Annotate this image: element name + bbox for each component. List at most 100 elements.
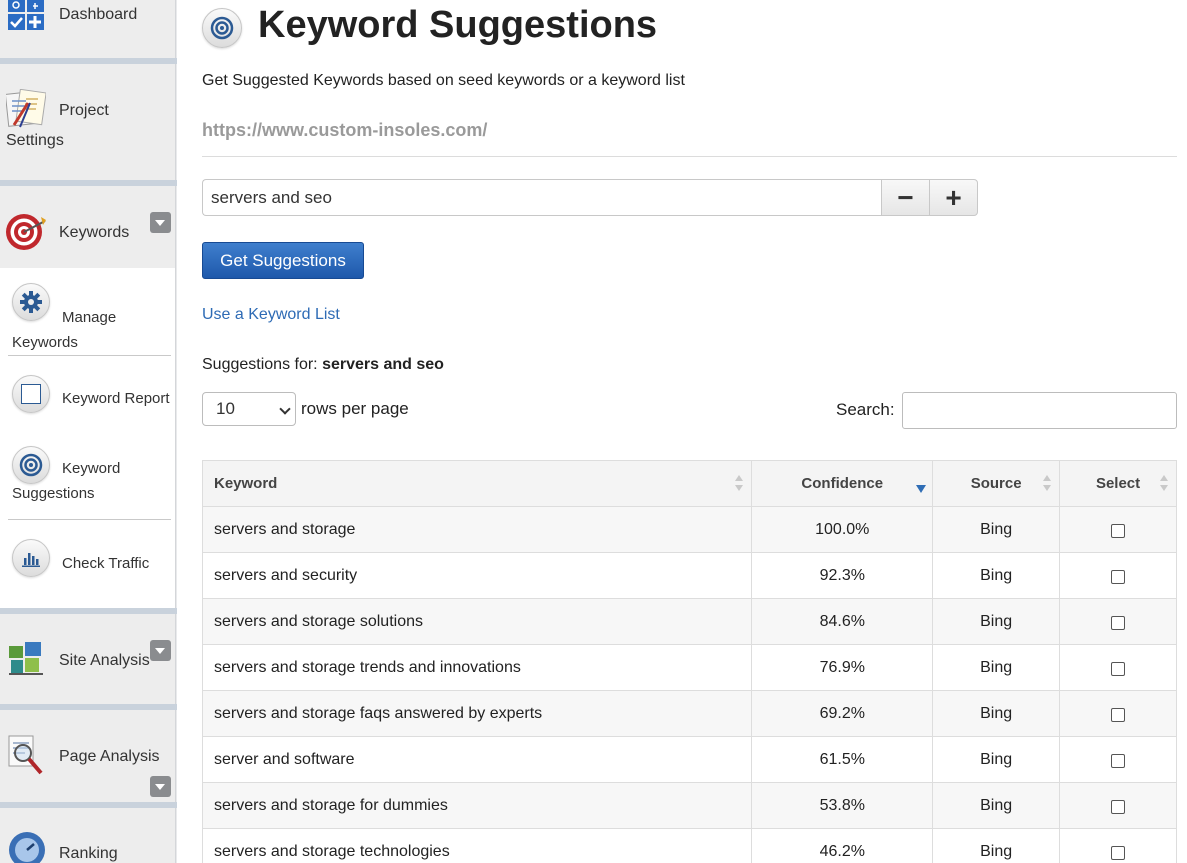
rows-per-page-label: rows per page [301, 399, 409, 418]
select-checkbox[interactable] [1111, 615, 1126, 630]
keyword-cell: servers and security [201, 552, 753, 599]
sidebar-item-label: Check Traffic [62, 555, 150, 572]
select-checkbox[interactable] [1111, 799, 1126, 814]
sidebar-item-label: Keyword Report [62, 390, 170, 407]
column-header-keyword[interactable]: Keyword [201, 460, 753, 507]
source-cell: Bing [932, 552, 1061, 599]
select-cell [1059, 828, 1177, 863]
sidebar-item-keyword-suggestions[interactable]: Keyword Suggestions [8, 438, 171, 518]
project-settings-icon [6, 89, 46, 128]
source-cell: Bing [932, 782, 1061, 829]
project-url: https://www.custom-insoles.com/ [202, 120, 488, 140]
select-checkbox[interactable] [1111, 523, 1126, 538]
sidebar-item-check-traffic[interactable]: Check Traffic [8, 530, 171, 590]
add-keyword-button[interactable]: + [929, 179, 978, 216]
select-cell [1059, 782, 1177, 829]
submenu-divider [8, 519, 171, 520]
sidebar: Dashboard Project Settings Keywords Mana… [0, 0, 177, 863]
source-cell: Bing [932, 828, 1061, 863]
use-keyword-list-link[interactable]: Use a Keyword List [202, 306, 340, 324]
select-checkbox[interactable] [1111, 845, 1126, 860]
table-header-row: Keyword Confidence Source Select [201, 460, 1177, 507]
select-cell [1059, 552, 1177, 599]
page-title: Keyword Suggestions [258, 4, 658, 46]
sort-icon [1043, 475, 1052, 493]
remove-keyword-button[interactable]: − [881, 179, 930, 216]
column-header-label: Confidence [801, 475, 884, 492]
bar-chart-icon [12, 539, 50, 577]
confidence-cell: 92.3% [751, 552, 934, 599]
confidence-cell: 61.5% [751, 736, 934, 783]
source-cell: Bing [932, 598, 1061, 645]
keyword-cell: servers and storage technologies [201, 828, 753, 863]
ranking-icon [9, 832, 45, 863]
sidebar-item-ranking[interactable]: Ranking [0, 808, 176, 863]
submenu-divider [8, 355, 171, 356]
sort-icon [735, 475, 744, 493]
target-icon [6, 214, 46, 250]
select-checkbox[interactable] [1111, 753, 1126, 768]
column-header-select[interactable]: Select [1059, 460, 1177, 507]
column-header-label: Keyword [214, 475, 278, 492]
select-cell [1059, 506, 1177, 553]
site-analysis-icon [9, 642, 43, 675]
select-cell [1059, 644, 1177, 691]
select-checkbox[interactable] [1111, 569, 1126, 584]
confidence-cell: 69.2% [751, 690, 934, 737]
keyword-cell: servers and storage solutions [201, 598, 753, 645]
table-row: servers and storage for dummies 53.8% Bi… [201, 782, 1177, 829]
source-cell: Bing [932, 690, 1061, 737]
table-row: server and software 61.5% Bing [201, 736, 1177, 783]
suggestions-table: Keyword Confidence Source Select servers… [201, 460, 1177, 863]
gear-icon [12, 283, 50, 321]
sidebar-item-label: Keywords [59, 224, 130, 241]
keyword-cell: servers and storage trends and innovatio… [201, 644, 753, 691]
sort-desc-icon [916, 485, 927, 493]
target-icon [12, 446, 50, 484]
select-checkbox[interactable] [1111, 661, 1126, 676]
confidence-cell: 46.2% [751, 828, 934, 863]
keyword-cell: servers and storage faqs answered by exp… [201, 690, 753, 737]
table-row: servers and security 92.3% Bing [201, 552, 1177, 599]
table-row: servers and storage technologies 46.2% B… [201, 828, 1177, 863]
column-header-label: Source [970, 475, 1022, 492]
suggestions-heading: Suggestions for: servers and seo [202, 356, 444, 374]
sidebar-item-label: Ranking [59, 845, 118, 862]
source-cell: Bing [932, 506, 1061, 553]
select-cell [1059, 736, 1177, 783]
source-cell: Bing [932, 736, 1061, 783]
keywords-expand-toggle[interactable] [150, 212, 171, 233]
column-header-confidence[interactable]: Confidence [751, 460, 934, 507]
sidebar-item-dashboard[interactable]: Dashboard [0, 0, 176, 58]
dashboard-icon [8, 0, 44, 30]
page-analysis-icon [8, 735, 43, 775]
report-icon [12, 375, 50, 413]
page-analysis-expand-toggle[interactable] [150, 776, 171, 797]
target-icon [202, 8, 242, 48]
table-search-input[interactable] [902, 392, 1177, 429]
site-analysis-expand-toggle[interactable] [150, 640, 171, 661]
rows-per-page-select[interactable]: 10 [202, 392, 296, 426]
confidence-cell: 84.6% [751, 598, 934, 645]
seed-keyword-input[interactable] [202, 179, 882, 216]
sidebar-item-label: Suggestions [12, 485, 95, 502]
column-header-source[interactable]: Source [932, 460, 1061, 507]
sidebar-item-manage-keywords[interactable]: Manage Keywords [8, 280, 171, 356]
sidebar-item-keyword-report[interactable]: Keyword Report [8, 366, 171, 420]
suggestions-prefix: Suggestions for: [202, 356, 318, 373]
table-row: servers and storage faqs answered by exp… [201, 690, 1177, 737]
sidebar-item-page-analysis[interactable]: Page Analysis [0, 710, 176, 802]
keyword-cell: servers and storage for dummies [201, 782, 753, 829]
select-cell [1059, 598, 1177, 645]
select-checkbox[interactable] [1111, 707, 1126, 722]
sidebar-item-label: Site Analysis [59, 652, 150, 669]
sidebar-item-label: Keyword [62, 460, 121, 477]
sidebar-item-site-analysis[interactable]: Site Analysis [0, 614, 176, 704]
sidebar-item-label: Manage [62, 309, 117, 326]
get-suggestions-button[interactable]: Get Suggestions [202, 242, 364, 279]
confidence-cell: 100.0% [751, 506, 934, 553]
keyword-cell: servers and storage [201, 506, 753, 553]
sidebar-item-project-settings[interactable]: Project Settings [0, 64, 176, 180]
sidebar-item-keywords[interactable]: Keywords [0, 186, 176, 268]
sidebar-item-label: Project [59, 102, 109, 119]
